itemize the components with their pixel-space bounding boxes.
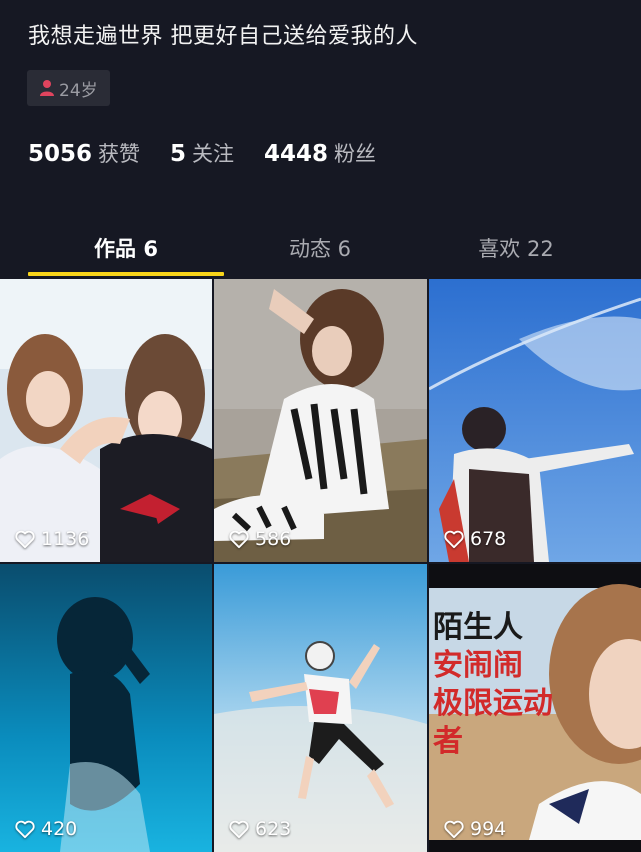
like-count: 994 — [443, 818, 506, 840]
video-thumbnail-image — [0, 564, 212, 852]
age-text: 24岁 — [59, 80, 98, 101]
like-count: 420 — [14, 818, 77, 840]
video-grid: 1136 586 678 420 623 陌生人 安闹闹 极限运动 者 994 — [0, 279, 641, 852]
tab-works[interactable]: 作品 6 — [28, 222, 224, 274]
video-thumbnail[interactable]: 420 — [0, 564, 212, 852]
profile-stats: 5056 获赞 5 关注 4448 粉丝 — [28, 138, 406, 168]
video-thumbnail-image — [429, 279, 641, 562]
tab-liked[interactable]: 喜欢 22 — [418, 222, 614, 274]
like-count: 586 — [228, 528, 291, 550]
heart-outline-icon — [229, 820, 249, 839]
stat-followers[interactable]: 4448 粉丝 — [264, 138, 376, 168]
like-count-value: 623 — [255, 818, 292, 840]
tab-moments[interactable]: 动态 6 — [222, 222, 418, 274]
heart-outline-icon — [444, 530, 464, 549]
age-badge: 24岁 — [27, 70, 110, 106]
like-count: 1136 — [14, 528, 89, 550]
stat-label: 获赞 — [98, 142, 141, 166]
video-thumbnail[interactable]: 586 — [214, 279, 427, 562]
video-thumbnail-image — [0, 279, 212, 562]
stat-value: 4448 — [264, 141, 329, 167]
heart-outline-icon — [15, 820, 35, 839]
heart-outline-icon — [15, 530, 35, 549]
stat-value: 5 — [170, 141, 187, 167]
video-thumbnail[interactable]: 陌生人 安闹闹 极限运动 者 994 — [429, 564, 641, 852]
video-thumbnail[interactable]: 1136 — [0, 279, 212, 562]
stat-label: 关注 — [192, 142, 235, 166]
person-icon — [39, 79, 55, 97]
stat-following[interactable]: 5 关注 — [170, 138, 234, 168]
profile-tabs: 作品 6 动态 6 喜欢 22 — [0, 222, 641, 278]
heart-outline-icon — [444, 820, 464, 839]
heart-outline-icon — [229, 530, 249, 549]
stat-value: 5056 — [28, 141, 93, 167]
video-caption-line: 者 — [433, 724, 463, 759]
video-thumbnail[interactable]: 623 — [214, 564, 427, 852]
like-count: 623 — [228, 818, 291, 840]
stat-label: 粉丝 — [334, 142, 377, 166]
like-count: 678 — [443, 528, 506, 550]
video-thumbnail[interactable]: 678 — [429, 279, 641, 562]
active-tab-indicator — [28, 272, 224, 276]
like-count-value: 586 — [255, 528, 292, 550]
like-count-value: 678 — [470, 528, 507, 550]
stat-likes[interactable]: 5056 获赞 — [28, 138, 140, 168]
like-count-value: 1136 — [41, 528, 90, 550]
video-thumbnail-image — [214, 279, 427, 562]
like-count-value: 994 — [470, 818, 507, 840]
bio-text: 我想走遍世界 把更好自己送给爱我的人 — [28, 24, 418, 49]
like-count-value: 420 — [41, 818, 78, 840]
video-thumbnail-image — [214, 564, 427, 852]
